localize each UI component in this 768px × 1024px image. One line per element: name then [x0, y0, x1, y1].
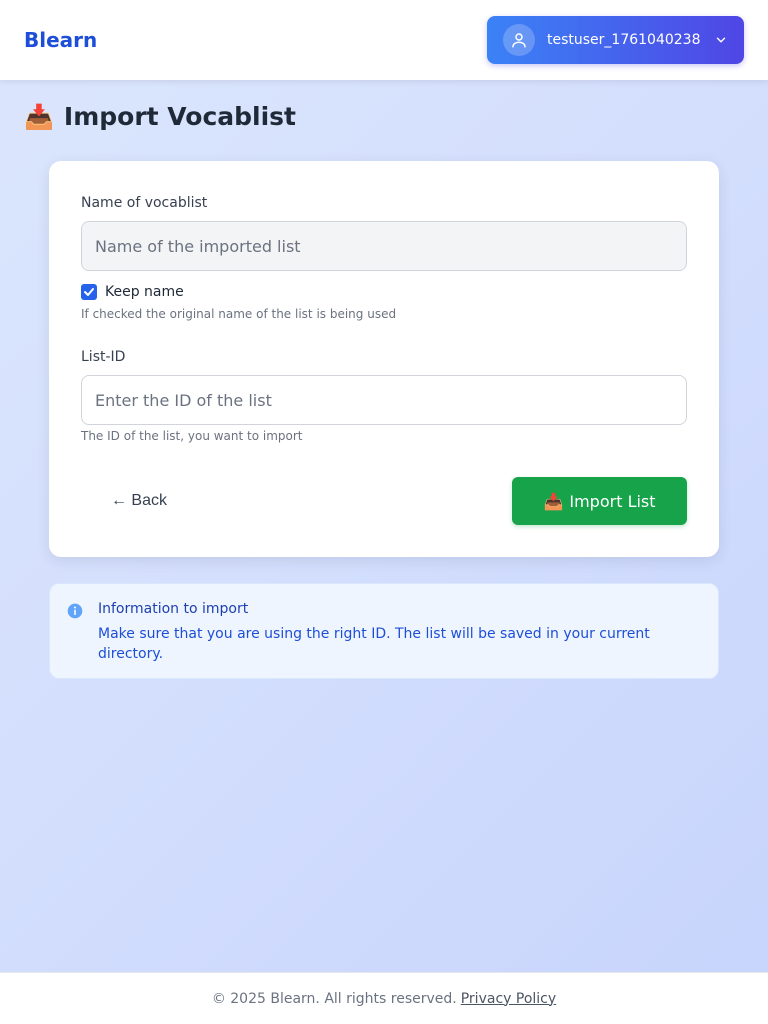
- list-id-field-label: List-ID: [81, 349, 126, 365]
- user-icon: [512, 33, 526, 48]
- list-id-help-text: The ID of the list, you want to import: [81, 429, 303, 443]
- user-menu-button[interactable]: testuser_1761040238: [487, 16, 744, 64]
- privacy-policy-link[interactable]: Privacy Policy: [461, 991, 556, 1007]
- info-title: Information to import: [98, 601, 249, 617]
- import-list-button[interactable]: 📥 Import List: [512, 477, 687, 525]
- vocablist-name-input[interactable]: [81, 221, 687, 271]
- keep-name-checkbox[interactable]: [81, 284, 97, 300]
- keep-name-help-text: If checked the original name of the list…: [81, 307, 397, 321]
- info-circle-icon: [67, 603, 83, 623]
- top-navbar: Blearn testuser_1761040238: [0, 0, 768, 80]
- keep-name-row: Keep name: [81, 284, 184, 300]
- info-text: Make sure that you are using the right I…: [98, 626, 650, 662]
- footer: © 2025 Blearn. All rights reserved. Priv…: [0, 972, 768, 1024]
- chevron-down-icon: [714, 33, 728, 47]
- copyright-text: © 2025 Blearn. All rights reserved.: [211, 990, 457, 1007]
- page-title-text: Import Vocablist: [63, 102, 297, 131]
- page-title: 📥 Import Vocablist: [24, 102, 296, 131]
- import-form-card: Name of vocablist Keep name If checked t…: [49, 161, 719, 557]
- brand-logo-link[interactable]: Blearn: [24, 28, 97, 52]
- import-list-label: Import List: [569, 491, 656, 511]
- info-box: Information to import Make sure that you…: [49, 583, 719, 679]
- checkmark-icon: [84, 288, 94, 296]
- inbox-tray-icon: 📥: [24, 102, 54, 131]
- username-label: testuser_1761040238: [547, 32, 701, 48]
- list-id-input[interactable]: [81, 375, 687, 425]
- avatar: [503, 24, 535, 56]
- keep-name-label[interactable]: Keep name: [105, 284, 184, 300]
- name-field-label: Name of vocablist: [81, 195, 208, 211]
- back-button[interactable]: ← Back: [89, 477, 189, 525]
- inbox-tray-icon: 📥: [543, 491, 564, 511]
